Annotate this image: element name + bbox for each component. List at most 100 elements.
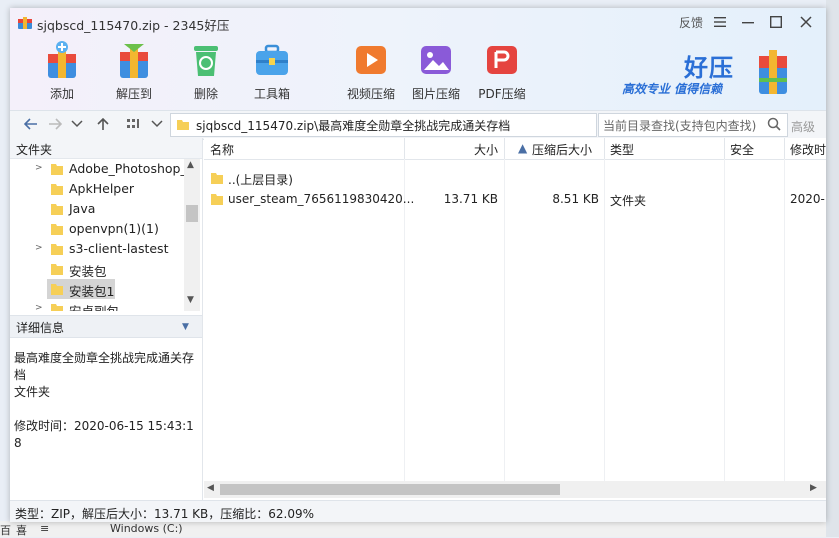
tree-item-install-pack[interactable]: 安装包 — [10, 259, 184, 279]
horizontal-scrollbar[interactable]: ◀ ▶ — [204, 481, 826, 498]
column-modified[interactable]: 修改时 — [784, 138, 826, 159]
details-header[interactable]: 详细信息 ▼ — [10, 315, 202, 338]
path-text: sjqbscd_115470.zip\最高难度全勋章全挑战完成通关存档 — [196, 119, 511, 133]
tree-item-apkhelper[interactable]: ApkHelper — [10, 179, 184, 199]
image-compress-button[interactable]: 图片压缩 — [404, 38, 468, 102]
maximize-icon[interactable] — [766, 12, 786, 32]
toolbox-icon — [256, 44, 288, 75]
add-button[interactable]: 添加 — [30, 38, 94, 102]
tree-item-label: ApkHelper — [69, 181, 135, 196]
row-modified: 2020- — [790, 192, 825, 206]
tree-item-adobe[interactable]: > Adobe_Photoshop_ — [10, 159, 184, 179]
background-taskbar-strip: 百 喜 ≡ Windows (C:) — [0, 521, 839, 537]
status-text: 类型：ZIP，解压后大小：13.71 KB，压缩比：62.09% — [15, 507, 315, 521]
tree-item-android-pack[interactable]: > 安卓副包 — [10, 299, 184, 311]
video-compress-icon — [356, 46, 386, 74]
view-dropdown-icon[interactable] — [148, 115, 166, 133]
tree-item-label: 安装包 — [69, 264, 107, 279]
scroll-thumb[interactable] — [186, 205, 198, 222]
column-name[interactable]: 名称 — [204, 138, 405, 159]
search-input[interactable]: 当前目录查找(支持包内查找) — [598, 113, 788, 137]
scroll-right-icon[interactable]: ▶ — [810, 483, 817, 493]
advanced-search-link[interactable]: 高级 — [791, 118, 815, 135]
folder-tree-title: 文件夹 — [16, 143, 53, 157]
folder-icon — [51, 224, 63, 235]
brand-slogan: 高效专业 值得信赖 — [622, 82, 723, 96]
tree-item-java[interactable]: Java — [10, 199, 184, 219]
column-label: 修改时 — [790, 143, 826, 157]
tool-label: 图片压缩 — [411, 87, 460, 101]
tree-scrollbar[interactable]: ▲ ▼ — [184, 159, 200, 311]
details-name: 最高难度全勋章全挑战完成通关存档 — [14, 351, 195, 382]
brand-box-icon — [759, 50, 787, 94]
video-compress-button[interactable]: 视频压缩 — [339, 38, 403, 102]
history-dropdown-icon[interactable] — [68, 115, 86, 133]
folder-icon — [211, 194, 223, 205]
bg-item: Windows (C:) — [110, 522, 183, 535]
column-header-row: 名称 大小 ▲ 压缩后大小 类型 安全 修改时 — [204, 138, 826, 160]
pdf-compress-button[interactable]: PDF压缩 — [470, 38, 534, 102]
feedback-link[interactable]: 反馈 — [679, 14, 703, 31]
app-logo-icon — [18, 17, 32, 29]
row-name: user_steam_7656119830420... — [228, 192, 415, 206]
column-label: 安全 — [730, 143, 755, 157]
tree-item-label: openvpn(1)(1) — [69, 221, 159, 236]
file-list: 名称 大小 ▲ 压缩后大小 类型 安全 修改时 ..(上层目录) user_st… — [204, 138, 826, 502]
details-modified: 修改时间：2020-06-15 15:43:18 — [14, 419, 194, 450]
brand-name: 好压 — [684, 54, 734, 82]
column-label: 压缩后大小 — [532, 143, 593, 157]
status-bar: 类型：ZIP，解压后大小：13.71 KB，压缩比：62.09% — [10, 500, 826, 522]
tree-item-label: Java — [69, 201, 96, 216]
expand-arrow-icon[interactable]: > — [35, 303, 43, 311]
column-label: 大小 — [473, 143, 498, 157]
table-row-parent[interactable]: ..(上层目录) — [204, 168, 826, 188]
view-mode-icon[interactable] — [124, 115, 142, 133]
minimize-icon[interactable] — [738, 12, 758, 32]
background-right-edge — [826, 0, 839, 537]
add-icon — [48, 41, 76, 78]
tool-label: 工具箱 — [253, 87, 290, 101]
scroll-up-icon[interactable]: ▲ — [187, 160, 194, 170]
brand-logo: 好压 高效专业 值得信赖 — [622, 48, 822, 104]
row-name: ..(上层目录) — [228, 173, 293, 187]
menu-icon[interactable] — [710, 12, 730, 32]
table-row[interactable]: user_steam_7656119830420... 13.71 KB 8.5… — [204, 189, 826, 209]
column-label: 名称 — [210, 143, 235, 157]
tree-item-openvpn[interactable]: openvpn(1)(1) — [10, 219, 184, 239]
back-arrow-icon[interactable] — [22, 115, 40, 133]
folder-tree: > Adobe_Photoshop_ ApkHelper Java openvp… — [10, 159, 184, 311]
tree-item-label: 安卓副包 — [69, 301, 119, 311]
expand-arrow-icon[interactable]: > — [35, 163, 43, 173]
scroll-left-icon[interactable]: ◀ — [207, 483, 214, 493]
close-icon[interactable] — [796, 12, 816, 32]
folder-icon — [51, 264, 63, 275]
tree-item-s3-client[interactable]: > s3-client-lastest — [10, 239, 184, 259]
column-label: 类型 — [610, 143, 635, 157]
row-type: 文件夹 — [610, 194, 647, 208]
column-security[interactable]: 安全 — [724, 138, 785, 159]
row-compressed-size: 8.51 KB — [552, 192, 599, 206]
forward-arrow-icon[interactable] — [46, 115, 64, 133]
column-size[interactable]: 大小 — [404, 138, 505, 159]
extract-button[interactable]: 解压到 — [102, 38, 166, 102]
tool-label: 删除 — [193, 87, 218, 101]
folder-icon — [51, 284, 63, 295]
collapse-arrow-icon[interactable]: ▼ — [182, 322, 189, 332]
delete-button[interactable]: 删除 — [174, 38, 238, 102]
scroll-thumb[interactable] — [220, 484, 560, 495]
path-bar[interactable]: sjqbscd_115470.zip\最高难度全勋章全挑战完成通关存档 — [170, 113, 597, 137]
expand-arrow-icon[interactable]: > — [35, 243, 43, 253]
tool-label: 解压到 — [115, 87, 152, 101]
titlebar: sjqbscd_115470.zip - 2345好压 反馈 添加 解压到 删除… — [10, 8, 826, 110]
scroll-down-icon[interactable]: ▼ — [187, 295, 194, 305]
up-level-icon[interactable] — [94, 115, 112, 133]
column-type[interactable]: 类型 — [604, 138, 725, 159]
search-icon[interactable] — [767, 117, 781, 131]
image-compress-icon — [421, 46, 451, 74]
row-size: 13.71 KB — [443, 192, 498, 206]
column-compressed-size[interactable]: ▲ 压缩后大小 — [504, 138, 605, 159]
toolbox-button[interactable]: 工具箱 — [240, 38, 304, 102]
tool-label: PDF压缩 — [478, 87, 526, 101]
left-pane: 文件夹 > Adobe_Photoshop_ ApkHelper Java op… — [10, 138, 203, 502]
tree-item-install-pack-1[interactable]: 安装包1 — [47, 279, 115, 299]
